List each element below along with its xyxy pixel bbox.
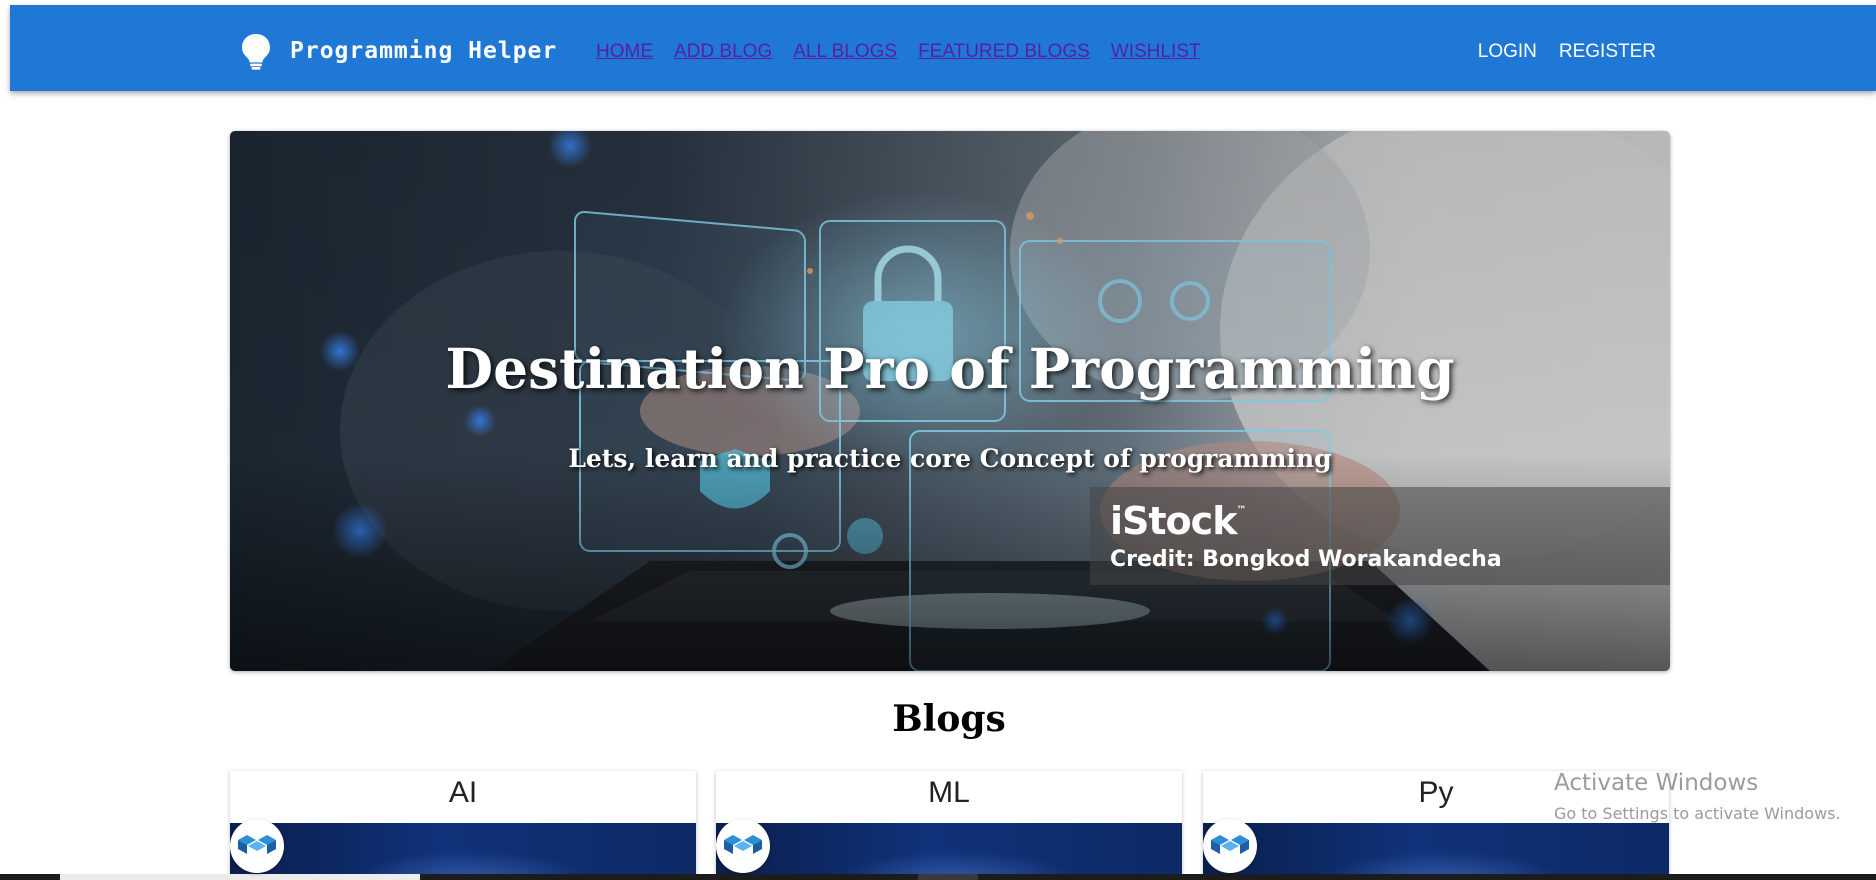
login-link[interactable]: LOGIN [1478,41,1537,63]
blog-card-title: ML [928,776,970,809]
main-nav: HOME ADD BLOG ALL BLOGS FEATURED BLOGS W… [596,41,1201,63]
hero-title: Destination Pro of Programming [445,336,1455,401]
author-avatar [716,819,770,873]
brand-title: Programming Helper [290,38,558,64]
credit-text: Credit: Bongkod Worakandecha [1110,547,1502,572]
company-logo-icon [1211,835,1249,854]
lightbulb-icon [242,34,270,70]
brand[interactable]: Programming Helper [236,31,557,71]
activate-windows-hint: Go to Settings to activate Windows. [1554,804,1841,823]
nav-link-featured-blogs[interactable]: FEATURED BLOGS [918,41,1090,63]
auth-links: LOGIN REGISTER [1478,41,1656,63]
hero-background-image [230,131,1670,671]
company-logo-icon [238,835,276,854]
hero-subtitle: Lets, learn and practice core Concept of… [568,444,1332,473]
blog-card-image [716,823,1182,880]
scroll-thumb[interactable] [60,874,420,880]
blog-card-ai[interactable]: AI [230,771,696,880]
nav-link-wishlist[interactable]: WISHLIST [1111,41,1201,63]
image-credit-overlay: iStock™ Credit: Bongkod Worakandecha [1090,487,1670,585]
register-link[interactable]: REGISTER [1559,41,1656,63]
blog-card-image [1203,823,1669,880]
nav-link-add-blog[interactable]: ADD BLOG [674,41,772,63]
hero-banner: iStock™ Credit: Bongkod Worakandecha Des… [230,131,1670,671]
author-avatar [230,819,284,873]
top-navbar: Programming Helper HOME ADD BLOG ALL BLO… [10,5,1876,91]
blog-card-image [230,823,696,880]
blogs-heading: Blogs [892,698,1006,740]
blog-card-title: AI [448,776,478,809]
author-avatar [1203,819,1257,873]
activate-windows-title: Activate Windows [1554,770,1759,796]
credit-brand-logo: iStock™ [1110,499,1246,543]
bottom-scroll-strip [0,874,1876,880]
company-logo-icon [724,835,762,854]
nav-link-all-blogs[interactable]: ALL BLOGS [793,41,897,63]
blog-card-ml[interactable]: ML [716,771,1182,880]
nav-link-home[interactable]: HOME [596,41,653,63]
taskbar-segment [918,874,978,880]
